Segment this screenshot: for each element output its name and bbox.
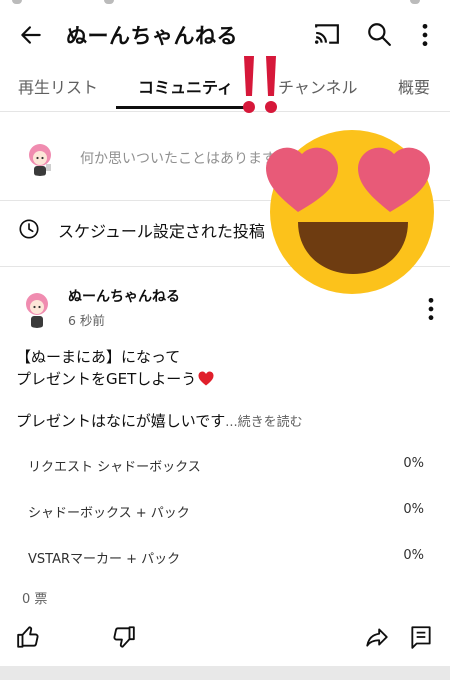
post-text-line: プレゼントをGETしよーう xyxy=(16,368,214,390)
post-actions xyxy=(0,614,450,660)
divider xyxy=(0,111,450,112)
more-vert-icon[interactable] xyxy=(418,22,432,48)
poll-option[interactable]: VSTARマーカー + パック 0% xyxy=(0,538,450,578)
tab-channels[interactable]: チャンネル xyxy=(278,74,358,98)
tab-community[interactable]: コミュニティ xyxy=(138,74,233,98)
app-bar: ぬーんちゃんねる xyxy=(0,8,450,60)
bottom-divider xyxy=(0,666,450,680)
double-exclamation-icon xyxy=(243,56,277,113)
poll-option-percent: 0% xyxy=(403,548,424,563)
red-heart-icon xyxy=(198,371,214,386)
read-more-link[interactable]: ...続きを読む xyxy=(225,415,302,430)
poll-option[interactable]: リクエスト シャドーボックス 0% xyxy=(0,446,450,486)
tab-indicator xyxy=(116,106,252,109)
search-icon[interactable] xyxy=(366,21,392,47)
channel-tabs: 再生リスト コミュニティ チャンネル 概要 xyxy=(0,64,450,112)
poll-option-label: シャドーボックス + パック xyxy=(28,506,190,521)
post-text-line: プレゼントはなにが嬉しいです...続きを読む xyxy=(16,410,303,434)
vote-count: 0 票 xyxy=(22,592,48,607)
arrow-back-icon[interactable] xyxy=(18,22,44,48)
more-vert-icon[interactable] xyxy=(424,296,438,322)
post-author[interactable]: ぬーんちゃんねる xyxy=(68,286,180,306)
status-bar xyxy=(0,0,450,8)
tab-about[interactable]: 概要 xyxy=(398,74,430,98)
thumbs-down-icon[interactable] xyxy=(110,624,136,650)
clock-icon xyxy=(19,219,39,239)
poll-option-label: VSTARマーカー + パック xyxy=(28,552,181,567)
post-text-segment: プレゼントをGETしよーう xyxy=(16,370,197,388)
poll-option-label: リクエスト シャドーボックス xyxy=(28,460,201,475)
post-text-line: 【ぬーまにあ】になって xyxy=(16,348,181,366)
cast-icon[interactable] xyxy=(314,22,340,46)
thumbs-up-icon[interactable] xyxy=(16,624,42,650)
poll-option-percent: 0% xyxy=(403,502,424,517)
post-timestamp: 6 秒前 xyxy=(68,313,105,328)
heart-eyes-emoji-icon xyxy=(266,130,434,294)
poll-option-percent: 0% xyxy=(403,456,424,471)
avatar[interactable] xyxy=(20,290,54,328)
comment-icon[interactable] xyxy=(408,624,434,650)
poll-option[interactable]: シャドーボックス + パック 0% xyxy=(0,492,450,532)
avatar xyxy=(22,140,58,176)
scheduled-posts-label: スケジュール設定された投稿 xyxy=(58,222,265,241)
channel-title: ぬーんちゃんねる xyxy=(66,24,238,48)
share-icon[interactable] xyxy=(364,624,390,650)
tab-playlists[interactable]: 再生リスト xyxy=(18,74,98,98)
post-text-segment: プレゼントはなにが嬉しいです xyxy=(16,412,226,430)
